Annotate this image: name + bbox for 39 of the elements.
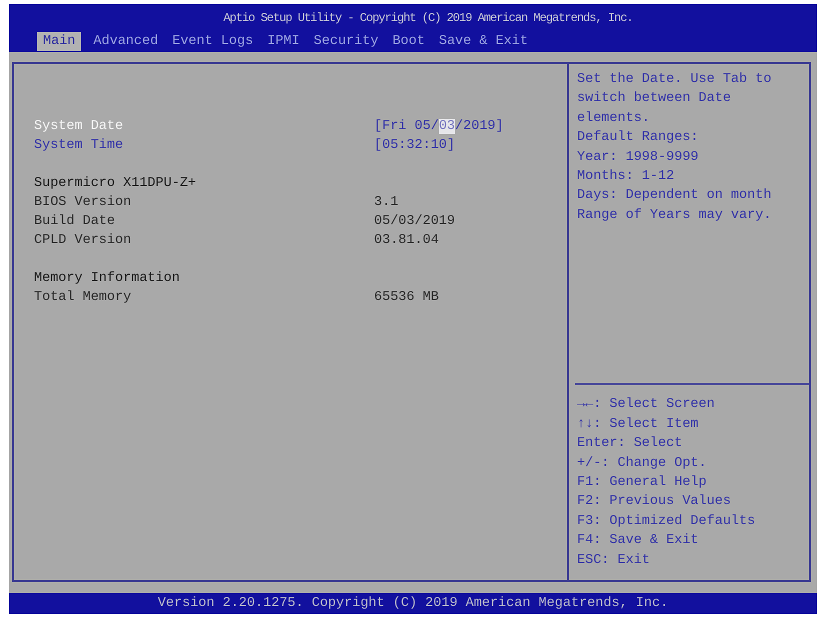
header-title: Aptio Setup Utility - Copyright (C) 2019 American Megatrends, Inc. [222,10,633,26]
key-hint: F2: Previous Values [577,493,732,512]
menu-tab[interactable]: Main [37,32,82,51]
key-hint: ↑↓: Select Item [577,416,700,434]
help-text: Months: 1-12 [577,168,676,186]
help-text: Set the Date. Use Tab to [577,71,772,89]
menu-tab[interactable]: Boot [390,32,427,51]
menu-tab[interactable]: Advanced [91,32,160,51]
help-text: switch between Date [577,90,732,108]
help-text: Range of Years may vary. [577,206,772,225]
menu-tab[interactable]: Save & Exit [436,32,530,51]
setting-value: 05/03/2019 [374,213,456,231]
key-hint: ESC: Exit [577,552,651,570]
menu-tab[interactable]: Security [312,32,380,51]
key-hint: F4: Save & Exit [577,532,700,550]
setting-value: 3.1 [374,194,398,212]
key-hint: F3: Optimized Defaults [577,512,756,531]
setting-value: 03.81.04 [374,232,439,250]
key-hint: Enter: Select [577,435,684,454]
help-text: elements. [577,110,651,128]
help-text: Default Ranges: [577,129,700,148]
setting-value[interactable]: [Fri 05/03/2019] [374,117,504,136]
setting-value[interactable]: [05:32:10] [374,136,456,155]
help-text: Year: 1998-9999 [577,148,700,167]
setting-label: CPLD Version [34,232,132,250]
footer-text: Version 2.20.1275. Copyright (C) 2019 American Megatrends, Inc. [158,596,668,611]
setting-label: BIOS Version [34,194,132,212]
key-hint: →←: Select Screen [577,396,716,414]
key-hint: +/-: Change Opt. [577,454,708,473]
setting-label[interactable]: System Time [34,136,374,155]
menu-tab[interactable]: Event Logs [170,32,256,51]
setting-label: Total Memory [34,289,132,307]
setting-label: Build Date [34,213,116,231]
section-heading: Memory Information [34,270,181,288]
section-heading: Supermicro X11DPU-Z+ [34,175,198,193]
key-hint: F1: General Help [577,474,708,492]
setting-value: 65536 MB [374,289,439,307]
menu-tab[interactable]: IPMI [265,32,302,51]
help-text: Days: Dependent on month [577,187,772,206]
